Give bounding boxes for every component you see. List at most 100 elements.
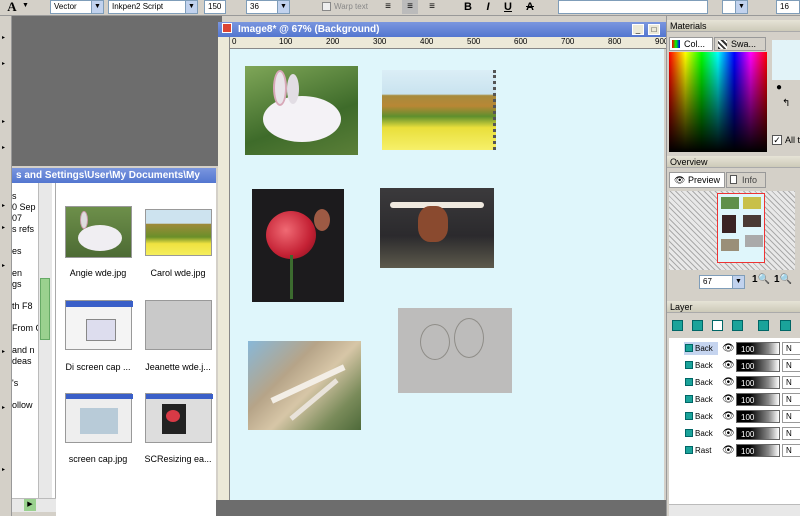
maximize-button[interactable]: □ xyxy=(648,24,660,35)
layers-hscrollbar[interactable] xyxy=(669,504,800,516)
thumb-rabbit[interactable] xyxy=(65,206,132,258)
tree-scrollbar[interactable] xyxy=(38,183,52,500)
tool-arrow-icon[interactable]: ▸ xyxy=(2,144,5,151)
leading-select[interactable]: 16 xyxy=(776,0,800,14)
duplicate-layer-icon[interactable] xyxy=(758,320,769,331)
file-name[interactable]: Carol wde.jpg xyxy=(143,268,213,278)
text-tool-button[interactable]: A xyxy=(4,0,20,14)
new-adjustment-layer-icon[interactable] xyxy=(732,320,743,331)
tool-arrow-icon[interactable]: ▸ xyxy=(2,60,5,67)
blend-mode[interactable]: N xyxy=(782,342,800,355)
text-tool-dropdown-icon[interactable]: ▼ xyxy=(22,2,29,9)
all-tools-checkbox[interactable]: ✓ xyxy=(772,135,782,145)
italic-button[interactable]: I xyxy=(480,0,496,14)
strikethrough-button[interactable]: A xyxy=(522,0,538,14)
zoom-input[interactable]: 67 ▼ xyxy=(699,275,745,289)
visibility-eye-icon[interactable]: 👁 xyxy=(722,377,735,388)
tool-arrow-icon[interactable]: ▸ xyxy=(2,262,5,269)
units-select[interactable]: 36 ▼ xyxy=(246,0,290,14)
tool-arrow-icon[interactable]: ▸ xyxy=(2,404,5,411)
tool-arrow-icon[interactable]: ▸ xyxy=(2,34,5,41)
align-right-icon[interactable]: ≡ xyxy=(424,0,440,14)
tool-arrow-icon[interactable]: ▸ xyxy=(2,202,5,209)
material-swatch-area[interactable] xyxy=(772,40,800,80)
align-left-icon[interactable]: ≡ xyxy=(380,0,396,14)
thumb-screen[interactable] xyxy=(65,300,133,350)
new-raster-layer-icon[interactable] xyxy=(672,320,683,331)
tool-arrow-icon[interactable]: ▸ xyxy=(2,466,5,473)
thumb-hills[interactable] xyxy=(145,209,212,256)
layer-row[interactable]: Back 👁 100 N xyxy=(670,375,800,391)
tool-arrow-icon[interactable]: ▸ xyxy=(2,224,5,231)
tab-swatches[interactable]: Swa... xyxy=(714,37,766,51)
tool-arrow-icon[interactable]: ▸ xyxy=(2,118,5,125)
blend-mode[interactable]: N xyxy=(782,376,800,389)
font-size-select[interactable]: 150 xyxy=(204,0,226,14)
swap-arrow-icon[interactable]: ↰ xyxy=(782,98,790,109)
tree-scroll-thumb[interactable] xyxy=(40,278,50,340)
layer-opacity[interactable]: 100 xyxy=(736,444,780,457)
tab-info[interactable]: Info xyxy=(726,172,766,188)
new-vector-layer-icon[interactable] xyxy=(692,320,703,331)
visibility-eye-icon[interactable]: 👁 xyxy=(722,394,735,405)
layer-opacity[interactable]: 100 xyxy=(736,427,780,440)
layer-opacity[interactable]: 100 xyxy=(736,376,780,389)
blend-mode[interactable]: N xyxy=(782,444,800,457)
visibility-eye-icon[interactable]: 👁 xyxy=(722,343,735,354)
zoom-in-icon[interactable]: 1🔍 xyxy=(774,274,792,285)
delete-layer-icon[interactable] xyxy=(780,320,791,331)
layer-row[interactable]: Back 👁 100 N xyxy=(670,341,800,357)
underline-button[interactable]: U xyxy=(500,0,516,14)
file-name[interactable]: Angie wde.jpg xyxy=(63,268,133,278)
blend-mode[interactable]: N xyxy=(782,393,800,406)
layer-opacity[interactable]: 100 xyxy=(736,393,780,406)
fg-style-icon[interactable]: ● xyxy=(776,82,782,93)
painting-hills[interactable] xyxy=(382,70,496,150)
visibility-eye-icon[interactable]: 👁 xyxy=(722,428,735,439)
visibility-eye-icon[interactable]: 👁 xyxy=(722,445,735,456)
text-field[interactable] xyxy=(558,0,708,14)
tool-arrow-icon[interactable]: ▸ xyxy=(2,348,5,355)
tab-color[interactable]: Col... xyxy=(669,37,713,51)
new-mask-layer-icon[interactable] xyxy=(712,320,723,331)
color-picker[interactable] xyxy=(669,52,767,152)
painting-sketch[interactable] xyxy=(398,308,512,393)
painting-rabbit[interactable] xyxy=(245,66,358,155)
layer-row[interactable]: Back 👁 100 N xyxy=(670,409,800,425)
bold-button[interactable]: B xyxy=(460,0,476,14)
font-select[interactable]: Inkpen2 Script ▼ xyxy=(108,0,198,14)
file-name[interactable]: screen cap.jpg xyxy=(63,454,133,464)
leading-value: 16 xyxy=(780,2,789,11)
painting-tree[interactable] xyxy=(248,341,361,430)
blend-mode[interactable]: N xyxy=(782,359,800,372)
thumb-screen-cap[interactable] xyxy=(65,393,133,443)
create-as-select[interactable]: Vector ▼ xyxy=(50,0,104,14)
file-name[interactable]: Jeanette wde.j... xyxy=(143,362,213,372)
thumb-sketch[interactable] xyxy=(145,300,212,350)
blend-mode[interactable]: N xyxy=(782,427,800,440)
layer-row[interactable]: Back 👁 100 N xyxy=(670,426,800,442)
layer-row[interactable]: Rast 👁 100 N xyxy=(670,443,800,459)
layer-row[interactable]: Back 👁 100 N xyxy=(670,358,800,374)
painting-longhorn[interactable] xyxy=(380,188,494,268)
warp-text-checkbox[interactable] xyxy=(322,2,331,11)
image-window-titlebar[interactable]: Image8* @ 67% (Background) xyxy=(218,22,666,37)
minimize-button[interactable]: _ xyxy=(632,24,644,35)
kerning-select[interactable]: ▼ xyxy=(722,0,748,14)
overview-preview[interactable] xyxy=(669,191,795,270)
layer-row[interactable]: Back 👁 100 N xyxy=(670,392,800,408)
file-name[interactable]: Di screen cap ... xyxy=(63,362,133,372)
layer-opacity[interactable]: 100 xyxy=(736,359,780,372)
align-center-icon[interactable]: ≡ xyxy=(402,0,418,14)
layer-opacity[interactable]: 100 xyxy=(736,342,780,355)
thumb-rose-screen[interactable] xyxy=(145,393,213,443)
layer-opacity[interactable]: 100 xyxy=(736,410,780,423)
zoom-out-icon[interactable]: 1🔍 xyxy=(752,274,770,285)
blend-mode[interactable]: N xyxy=(782,410,800,423)
visibility-eye-icon[interactable]: 👁 xyxy=(722,360,735,371)
painting-rose[interactable] xyxy=(252,189,344,302)
scroll-right-icon[interactable]: ▶ xyxy=(24,499,36,511)
file-name[interactable]: SCResizing ea... xyxy=(143,454,213,464)
tab-preview[interactable]: 👁 Preview xyxy=(669,172,725,188)
visibility-eye-icon[interactable]: 👁 xyxy=(722,411,735,422)
